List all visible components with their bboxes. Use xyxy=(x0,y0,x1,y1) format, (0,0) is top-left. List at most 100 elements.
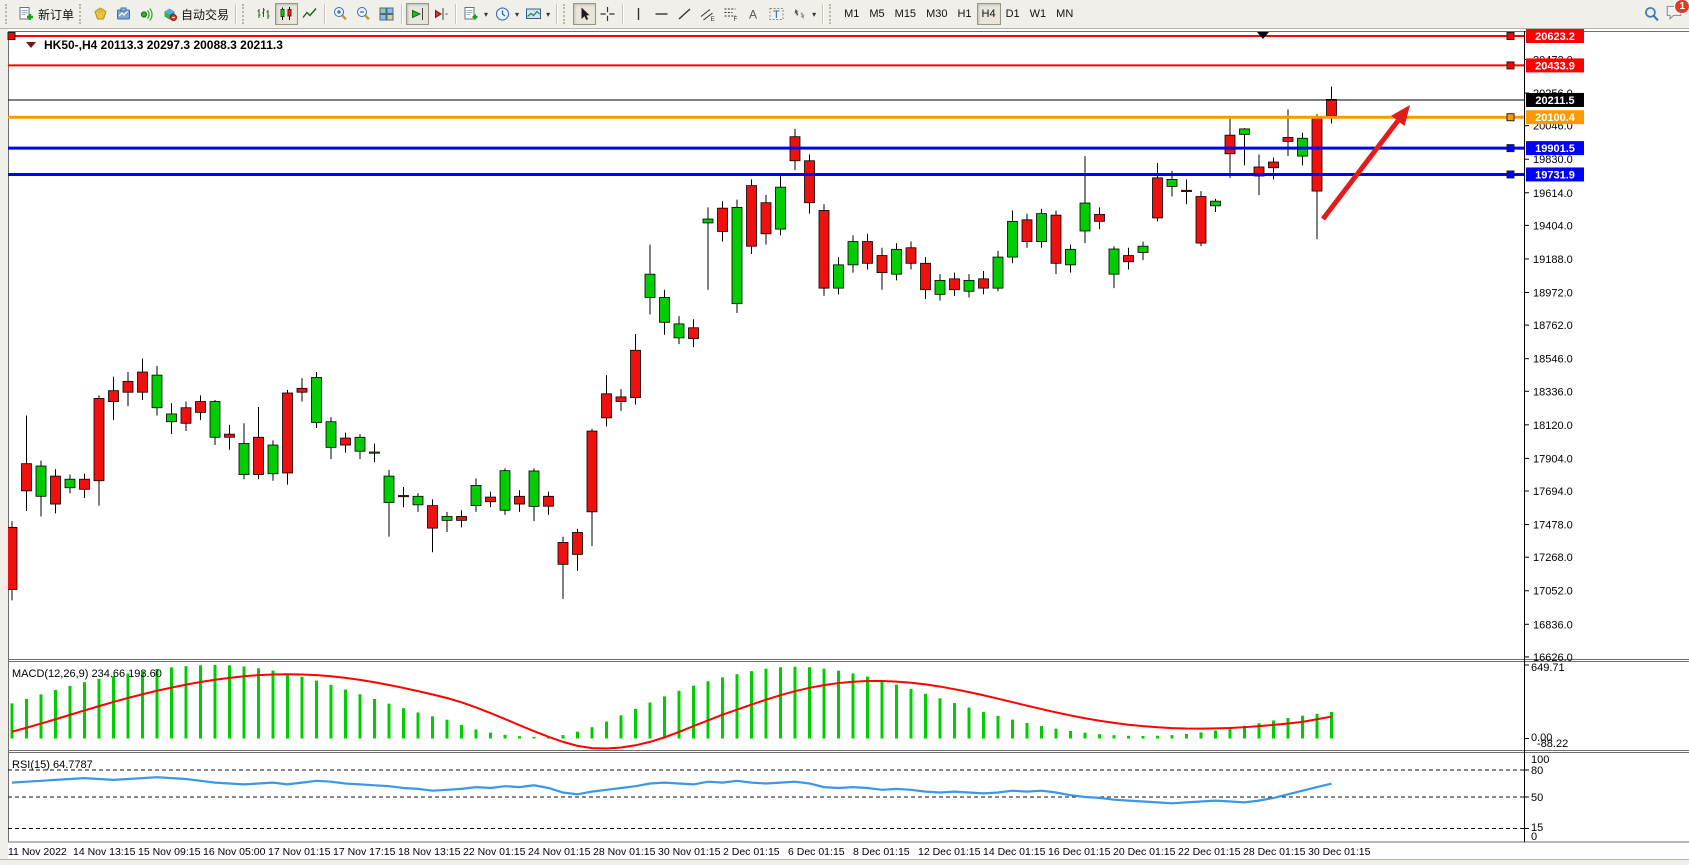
auto-trading-button[interactable]: 自动交易 xyxy=(158,3,232,25)
line-handle[interactable] xyxy=(1507,171,1514,178)
candle xyxy=(747,186,757,247)
candle xyxy=(544,496,554,506)
candle xyxy=(1240,129,1250,134)
candle xyxy=(1051,215,1061,263)
vertical-line-button[interactable] xyxy=(627,3,650,25)
profiles-icon xyxy=(115,6,132,22)
dropdown-caret: ▾ xyxy=(515,10,519,19)
line-handle[interactable] xyxy=(8,33,15,40)
price-label: 20623.2 xyxy=(1526,29,1584,43)
dropdown-caret: ▾ xyxy=(812,10,816,19)
bar-chart-button[interactable] xyxy=(252,3,275,25)
candle xyxy=(123,381,133,392)
new-template-button[interactable]: ▾ xyxy=(460,3,491,25)
price-label: 19731.9 xyxy=(1526,167,1584,181)
timeframe-mn-button[interactable]: MN xyxy=(1051,3,1078,25)
zoom-out-icon xyxy=(355,6,372,22)
toolbar-grip[interactable] xyxy=(79,4,85,24)
chart-canvas[interactable]: 20472.020256.020046.019830.019614.019404… xyxy=(0,29,1689,865)
candle xyxy=(674,324,684,338)
fibonacci-button[interactable]: F xyxy=(719,3,742,25)
capture-button[interactable]: ▾ xyxy=(522,3,553,25)
line-handle[interactable] xyxy=(1507,33,1514,40)
svg-text:20211.5: 20211.5 xyxy=(1535,95,1574,107)
toolbar-grip[interactable] xyxy=(5,4,11,24)
candle xyxy=(341,438,351,445)
svg-text:17 Nov 17:15: 17 Nov 17:15 xyxy=(333,846,396,858)
timeframe-m15-button[interactable]: M15 xyxy=(890,3,921,25)
svg-text:F: F xyxy=(734,16,738,22)
candlestick-chart-button[interactable] xyxy=(275,3,298,25)
candle xyxy=(239,443,249,474)
crystal-icon xyxy=(92,6,109,22)
candle xyxy=(7,527,17,589)
arrows-button[interactable]: ▾ xyxy=(788,3,819,25)
equidistant-channel-button[interactable]: E xyxy=(696,3,719,25)
toolbar-separator xyxy=(455,4,457,24)
toolbar-grip[interactable] xyxy=(829,4,835,24)
timeframe-h1-button[interactable]: H1 xyxy=(952,3,976,25)
candle xyxy=(1196,196,1206,243)
line-handle[interactable] xyxy=(1507,62,1514,69)
auto-scroll-button[interactable] xyxy=(406,3,429,25)
profiles-button[interactable] xyxy=(112,3,135,25)
svg-text:19188.0: 19188.0 xyxy=(1533,254,1573,266)
timeframe-m5-button[interactable]: M5 xyxy=(864,3,889,25)
tile-windows-button[interactable] xyxy=(375,3,398,25)
timeframe-m30-button[interactable]: M30 xyxy=(921,3,952,25)
text-label-icon: T xyxy=(768,6,785,22)
candle xyxy=(906,248,916,264)
toolbar-separator xyxy=(622,4,624,24)
sound-icon xyxy=(138,6,155,22)
candle xyxy=(1066,249,1076,265)
candle xyxy=(1153,178,1163,218)
timeframe-d1-button[interactable]: D1 xyxy=(1001,3,1025,25)
line-handle[interactable] xyxy=(1507,114,1514,121)
zoom-in-button[interactable] xyxy=(329,3,352,25)
svg-text:19731.9: 19731.9 xyxy=(1535,169,1575,181)
text-button[interactable]: A xyxy=(742,3,765,25)
candle xyxy=(1095,214,1105,221)
candle xyxy=(660,297,670,322)
chart-shift-icon xyxy=(432,6,449,22)
crosshair-button[interactable] xyxy=(596,3,619,25)
svg-text:19614.0: 19614.0 xyxy=(1533,188,1573,200)
candle xyxy=(254,437,264,474)
cursor-button[interactable] xyxy=(573,3,596,25)
time-axis[interactable]: 11 Nov 202214 Nov 13:1515 Nov 09:1516 No… xyxy=(8,846,1371,858)
candle xyxy=(964,280,974,291)
toolbar-grip[interactable] xyxy=(242,4,248,24)
line-chart-icon xyxy=(301,6,318,22)
zoom-out-button[interactable] xyxy=(352,3,375,25)
candle xyxy=(1283,137,1293,141)
auto-trading-icon xyxy=(161,6,178,22)
timeframe-h4-button[interactable]: H4 xyxy=(977,3,1001,25)
styler-button[interactable] xyxy=(89,3,112,25)
line-handle[interactable] xyxy=(1507,145,1514,152)
chart-shift-button[interactable] xyxy=(429,3,452,25)
period-button[interactable]: ▾ xyxy=(491,3,522,25)
trendline-button[interactable] xyxy=(673,3,696,25)
text-label-button[interactable]: T xyxy=(765,3,788,25)
svg-text:16 Nov 05:00: 16 Nov 05:00 xyxy=(203,846,266,858)
line-chart-button[interactable] xyxy=(298,3,321,25)
news-button[interactable] xyxy=(135,3,158,25)
zoom-in-icon xyxy=(332,6,349,22)
svg-text:14 Dec 01:15: 14 Dec 01:15 xyxy=(983,846,1046,858)
svg-text:22 Nov 01:15: 22 Nov 01:15 xyxy=(463,846,526,858)
candle xyxy=(573,532,583,554)
candle xyxy=(22,464,32,491)
candle xyxy=(210,402,220,438)
toolbar-grip[interactable] xyxy=(563,4,569,24)
candle xyxy=(529,471,539,506)
candle xyxy=(1167,179,1177,186)
candle xyxy=(225,434,235,437)
search-button[interactable] xyxy=(1640,3,1664,25)
horizontal-line-button[interactable] xyxy=(650,3,673,25)
svg-text:18 Nov 13:15: 18 Nov 13:15 xyxy=(398,846,461,858)
timeframe-m1-button[interactable]: M1 xyxy=(839,3,864,25)
notifications-button[interactable]: 1 xyxy=(1664,3,1684,26)
svg-text:T: T xyxy=(773,9,780,21)
new-order-button[interactable]: 新订单 xyxy=(15,3,77,25)
timeframe-w1-button[interactable]: W1 xyxy=(1025,3,1052,25)
